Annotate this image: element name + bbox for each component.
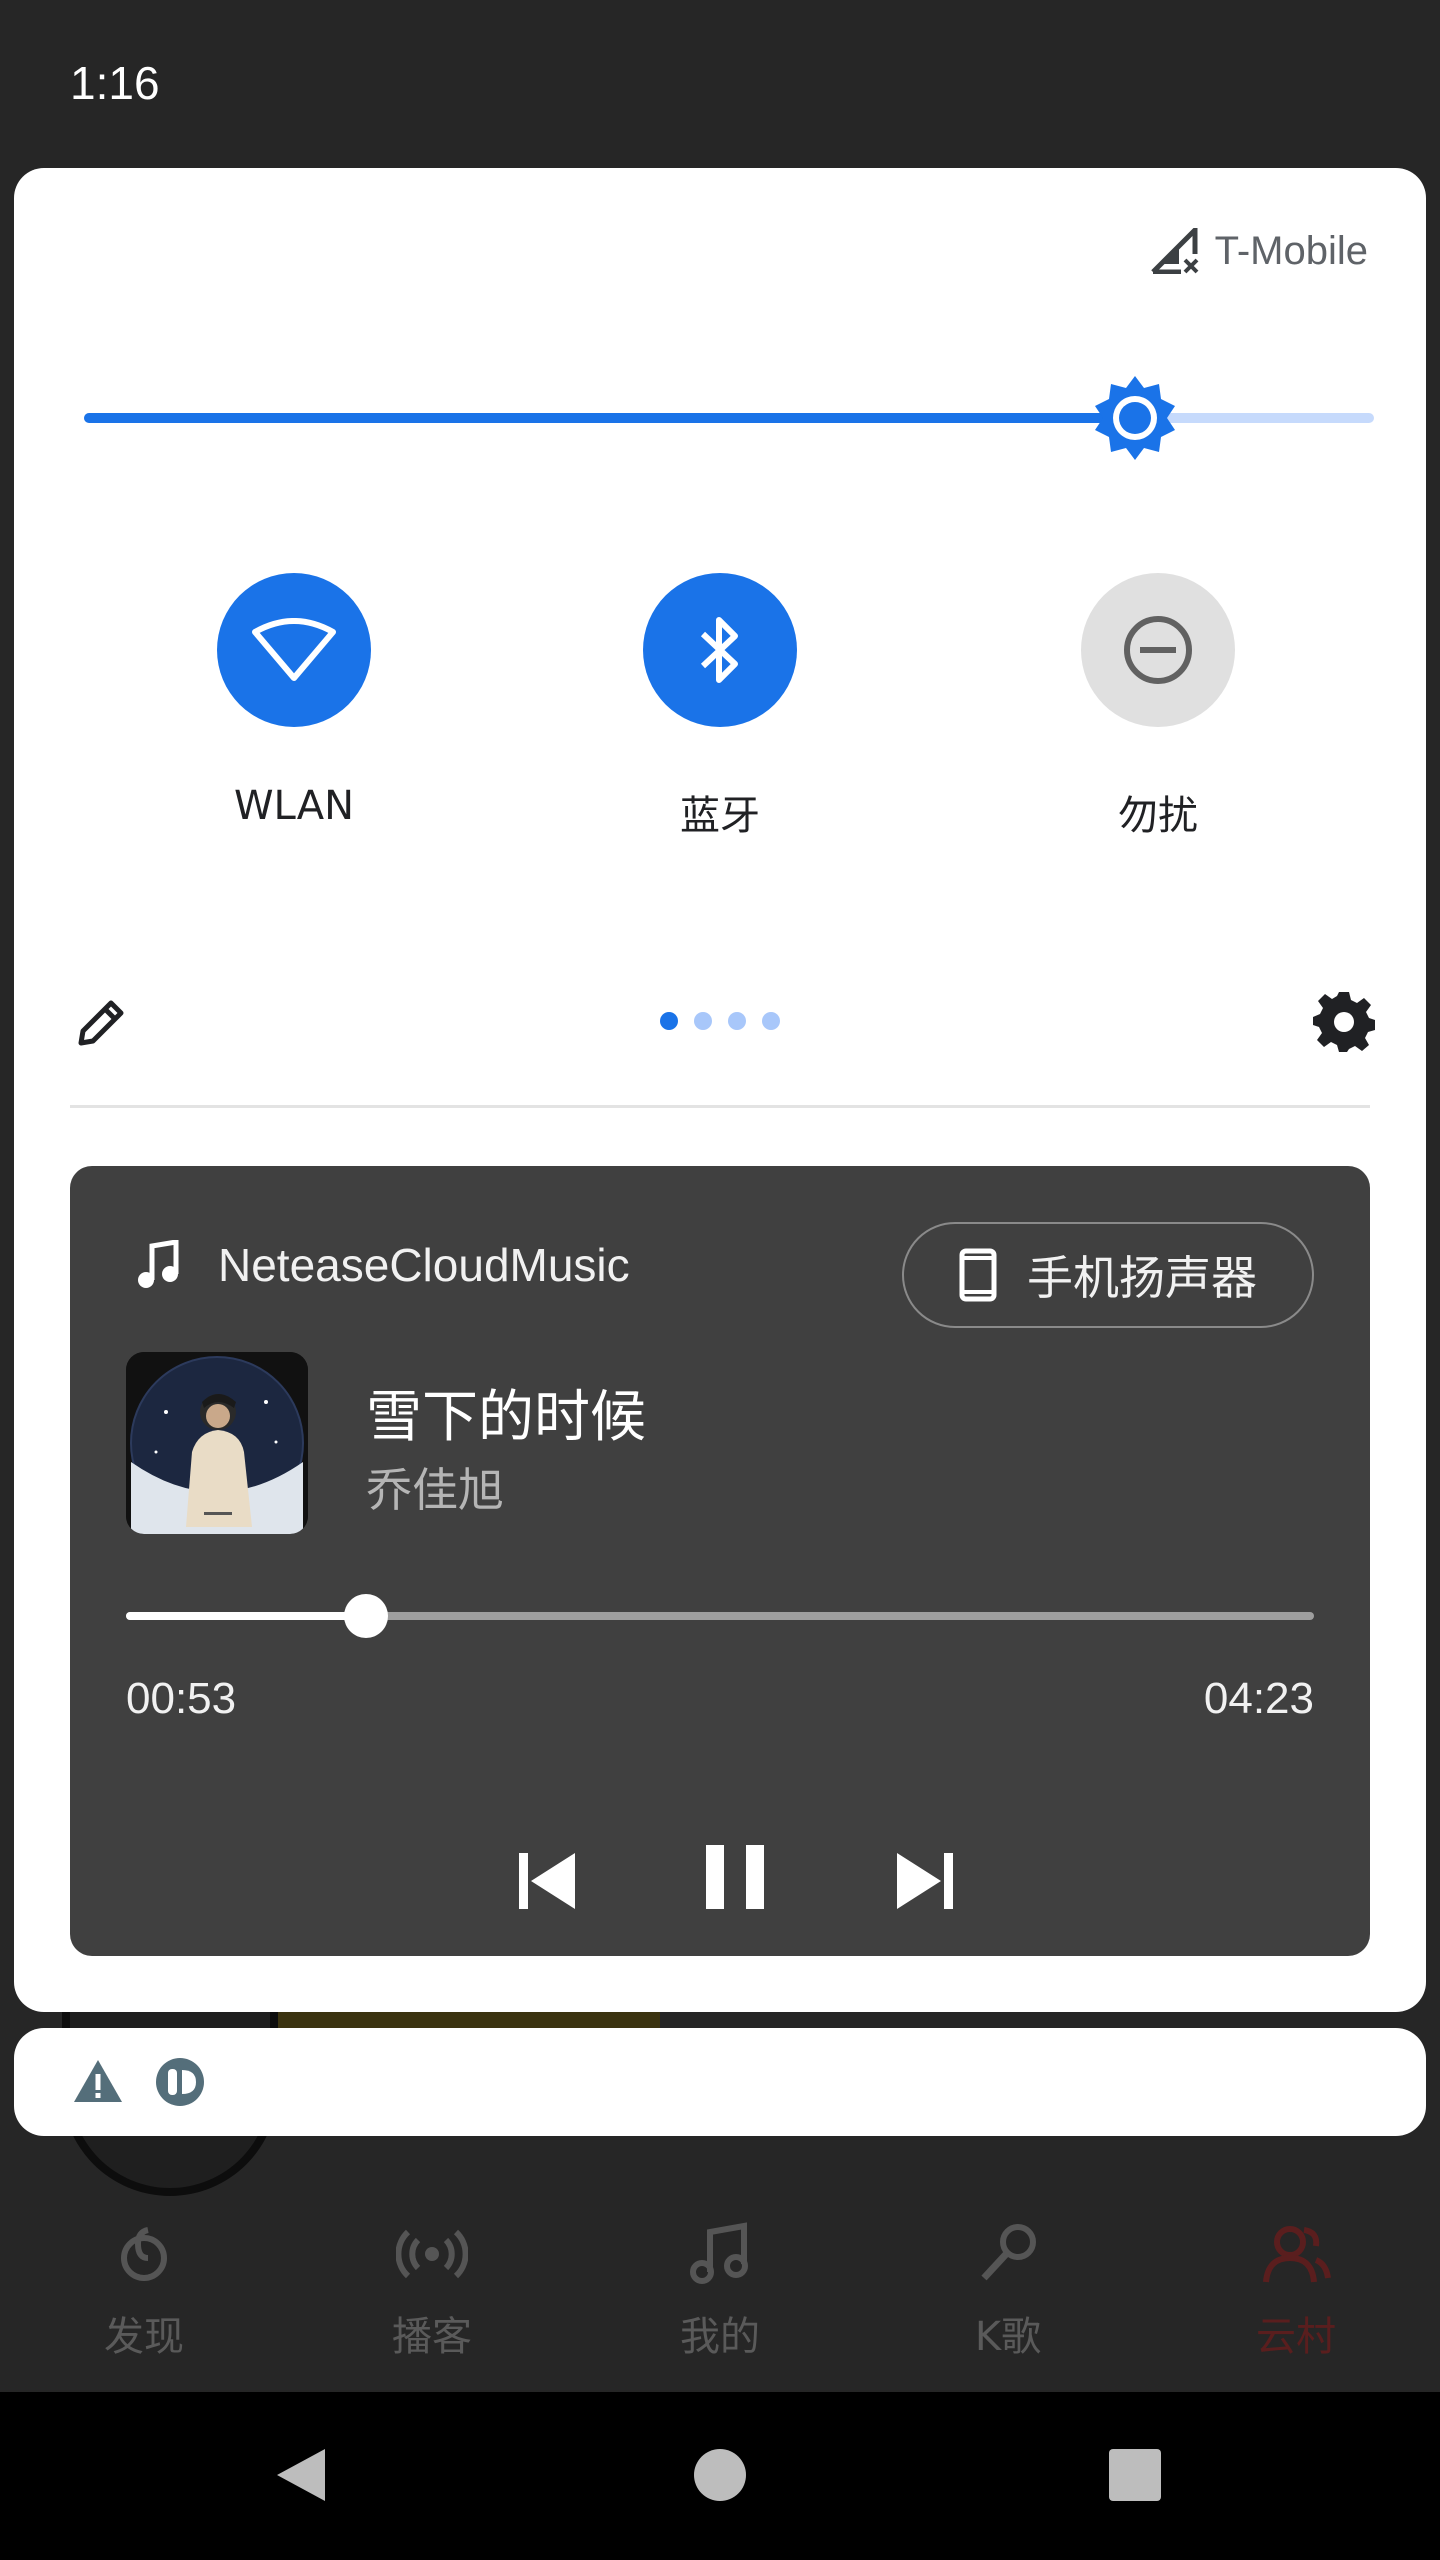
back-icon <box>277 2449 325 2501</box>
dnd-toggle[interactable] <box>1081 573 1235 727</box>
tile-bluetooth[interactable]: 蓝牙 <box>590 573 850 841</box>
previous-icon <box>519 1853 575 1909</box>
page-dot <box>728 1012 746 1030</box>
song-title: 雪下的时候 <box>366 1385 646 1450</box>
brightness-fill <box>84 413 1136 423</box>
microphone-icon <box>981 2224 1036 2281</box>
settings-button[interactable] <box>1308 986 1380 1058</box>
status-bar-clock: 1:16 <box>70 57 160 109</box>
pause-button[interactable] <box>690 1832 780 1922</box>
quick-settings-panel: T-Mobile WLAN 蓝牙 勿扰 NeteaseCloudMusic 手机… <box>14 168 1426 2012</box>
tile-label: 勿扰 <box>1118 793 1198 839</box>
tile-label: 蓝牙 <box>680 793 760 839</box>
panel-divider <box>70 1105 1370 1108</box>
discover-icon <box>121 2227 167 2281</box>
bluetooth-icon <box>700 617 738 683</box>
page-dot <box>694 1012 712 1030</box>
navigation-bar <box>0 2392 1440 2560</box>
no-signal-icon <box>1150 228 1199 274</box>
podcast-icon <box>396 2229 468 2279</box>
brightness-slider[interactable] <box>84 376 1374 460</box>
tab-label: 云村 <box>1256 2314 1336 2360</box>
home-button[interactable] <box>685 2440 755 2510</box>
tab-karaoke[interactable]: K歌 <box>864 2190 1152 2392</box>
song-artist: 乔佳旭 <box>366 1463 504 1517</box>
do-not-disturb-icon <box>1124 616 1192 684</box>
tab-label: 发现 <box>104 2314 184 2360</box>
warning-icon <box>74 2060 122 2102</box>
carrier-indicator: T-Mobile <box>1150 228 1368 274</box>
brightness-icon[interactable] <box>1091 374 1179 462</box>
recents-icon <box>1109 2449 1161 2501</box>
album-art <box>126 1352 308 1534</box>
recents-button[interactable] <box>1100 2440 1170 2510</box>
output-device-chip[interactable]: 手机扬声器 <box>902 1222 1314 1328</box>
users-icon <box>1263 2226 1331 2283</box>
tab-discover[interactable]: 发现 <box>0 2190 288 2392</box>
gear-icon <box>1313 992 1375 1052</box>
notification-summary[interactable] <box>14 2028 1426 2136</box>
tab-label: 播客 <box>392 2314 472 2360</box>
page-dot <box>762 1012 780 1030</box>
next-button[interactable] <box>880 1836 970 1926</box>
seek-thumb[interactable] <box>343 1594 388 1638</box>
seek-progress <box>126 1612 366 1620</box>
elapsed-time: 00:53 <box>126 1674 237 1723</box>
tab-label: 我的 <box>680 2314 760 2360</box>
tile-wlan[interactable]: WLAN <box>164 573 424 829</box>
page-dot <box>660 1012 678 1030</box>
media-app-header: NeteaseCloudMusic <box>136 1238 630 1292</box>
tile-do-not-disturb[interactable]: 勿扰 <box>1028 573 1288 841</box>
album-cover-image <box>126 1352 308 1534</box>
previous-button[interactable] <box>502 1836 592 1926</box>
media-app-name: NeteaseCloudMusic <box>218 1239 630 1291</box>
phone-icon <box>959 1248 997 1302</box>
media-player-card[interactable]: NeteaseCloudMusic 手机扬声器 雪下的时候 乔佳旭 00:53 … <box>70 1166 1370 1956</box>
tab-label: K歌 <box>974 2314 1042 2360</box>
page-indicator <box>14 1012 1426 1030</box>
next-icon <box>897 1853 953 1909</box>
app-notification-icon <box>156 2058 204 2106</box>
music-note-icon <box>690 2222 748 2284</box>
carrier-name: T-Mobile <box>1214 228 1368 273</box>
wlan-toggle[interactable] <box>217 573 371 727</box>
tab-mine[interactable]: 我的 <box>576 2190 864 2392</box>
pause-icon <box>706 1845 764 1909</box>
tab-podcast[interactable]: 播客 <box>288 2190 576 2392</box>
bluetooth-toggle[interactable] <box>643 573 797 727</box>
wifi-icon <box>252 618 336 681</box>
tab-cloud-village[interactable]: 云村 <box>1152 2190 1440 2392</box>
home-icon <box>694 2449 746 2501</box>
seek-bar[interactable] <box>126 1594 1314 1638</box>
background-tab-bar: 发现 播客 我的 K歌 云村 <box>0 2190 1440 2392</box>
total-duration: 04:23 <box>1203 1674 1314 1723</box>
music-note-icon <box>138 1240 179 1288</box>
tile-label: WLAN <box>233 783 355 829</box>
output-device-label: 手机扬声器 <box>1027 1251 1257 1305</box>
back-button[interactable] <box>266 2440 336 2510</box>
